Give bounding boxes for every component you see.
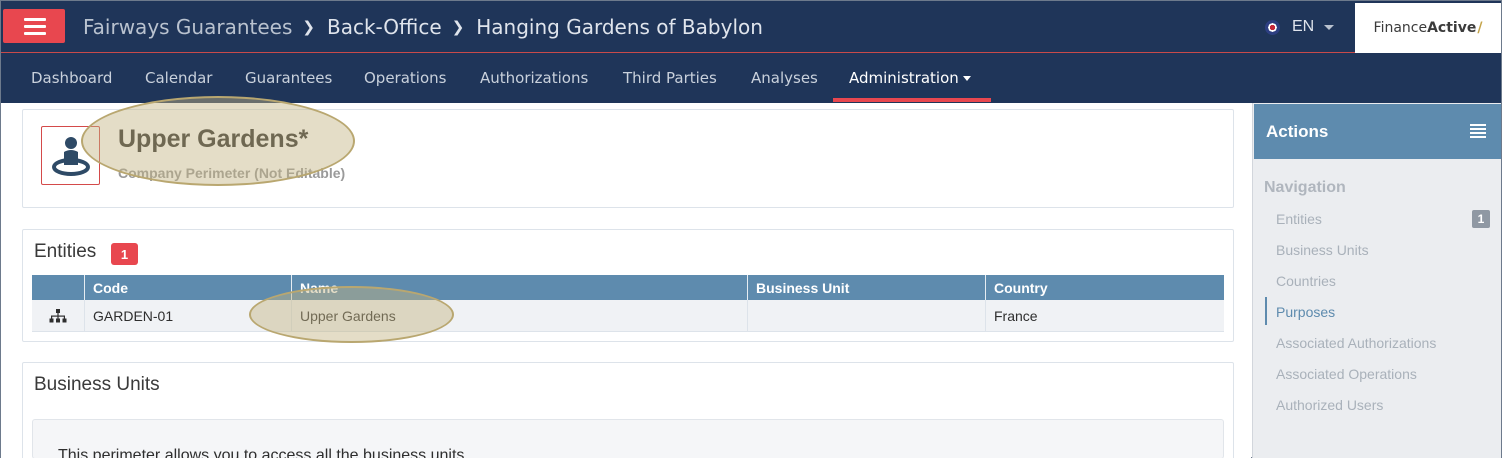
hamburger-menu-button[interactable] <box>3 9 65 43</box>
nav-administration[interactable]: Administration <box>849 53 971 103</box>
sidebar-item-associated-authorizations[interactable]: Associated Authorizations <box>1276 335 1436 351</box>
active-nav-indicator <box>833 98 991 102</box>
business-units-info-text: This perimeter allows you to access all … <box>58 447 469 458</box>
column-header-code[interactable]: Code <box>84 275 291 300</box>
list-menu-icon[interactable] <box>1470 124 1486 138</box>
table-row[interactable]: GARDEN-01 Upper Gardens France <box>32 300 1224 332</box>
uk-flag-icon <box>1265 19 1280 35</box>
cell-business-unit <box>747 300 985 332</box>
sidebar-item-countries[interactable]: Countries <box>1276 273 1336 289</box>
caret-down-icon <box>962 75 971 81</box>
nav-dashboard[interactable]: Dashboard <box>31 53 112 103</box>
navigation-heading: Navigation <box>1264 179 1346 196</box>
cell-country: France <box>985 300 1224 332</box>
column-header-business-unit[interactable]: Business Unit <box>747 275 985 300</box>
entities-count-badge: 1 <box>111 243 138 265</box>
language-selector[interactable]: EN <box>1265 17 1335 37</box>
breadcrumb-item-company[interactable]: Fairways Guarantees <box>83 15 292 39</box>
sidebar-item-authorized-users[interactable]: Authorized Users <box>1276 397 1383 413</box>
entities-title: Entities <box>34 241 97 262</box>
language-label: EN <box>1292 18 1315 35</box>
active-item-indicator <box>1265 297 1267 325</box>
sidebar-item-associated-operations[interactable]: Associated Operations <box>1276 366 1417 382</box>
breadcrumb: Fairways Guarantees ❯ Back-Office ❯ Hang… <box>83 13 763 41</box>
column-header-icon <box>32 275 84 300</box>
nav-analyses[interactable]: Analyses <box>751 53 818 103</box>
nav-operations[interactable]: Operations <box>364 53 446 103</box>
chevron-down-icon <box>1324 24 1335 30</box>
entities-sidebar-badge: 1 <box>1472 210 1490 228</box>
brand-logo: Finance Active / <box>1355 3 1501 53</box>
sidebar-item-entities[interactable]: Entities <box>1276 211 1322 227</box>
entities-table-header: Code Name Business Unit Country <box>32 275 1224 300</box>
sidebar-item-business-units[interactable]: Business Units <box>1276 242 1369 258</box>
nav-third-parties[interactable]: Third Parties <box>623 53 717 103</box>
sidebar-item-purposes[interactable]: Purposes <box>1276 304 1335 320</box>
chevron-right-icon: ❯ <box>302 18 315 36</box>
breadcrumb-item-perimeter[interactable]: Hanging Gardens of Babylon <box>476 15 763 39</box>
highlight-annotation <box>249 286 454 343</box>
chevron-right-icon: ❯ <box>451 18 465 36</box>
highlight-annotation <box>81 96 355 186</box>
hamburger-icon <box>24 18 46 21</box>
column-header-country[interactable]: Country <box>985 275 1224 300</box>
hierarchy-icon[interactable] <box>32 300 84 332</box>
breadcrumb-item-back-office[interactable]: Back-Office <box>327 15 442 39</box>
nav-guarantees[interactable]: Guarantees <box>245 53 332 103</box>
nav-authorizations[interactable]: Authorizations <box>480 53 588 103</box>
actions-title: Actions <box>1266 122 1329 141</box>
business-units-title: Business Units <box>34 374 160 395</box>
